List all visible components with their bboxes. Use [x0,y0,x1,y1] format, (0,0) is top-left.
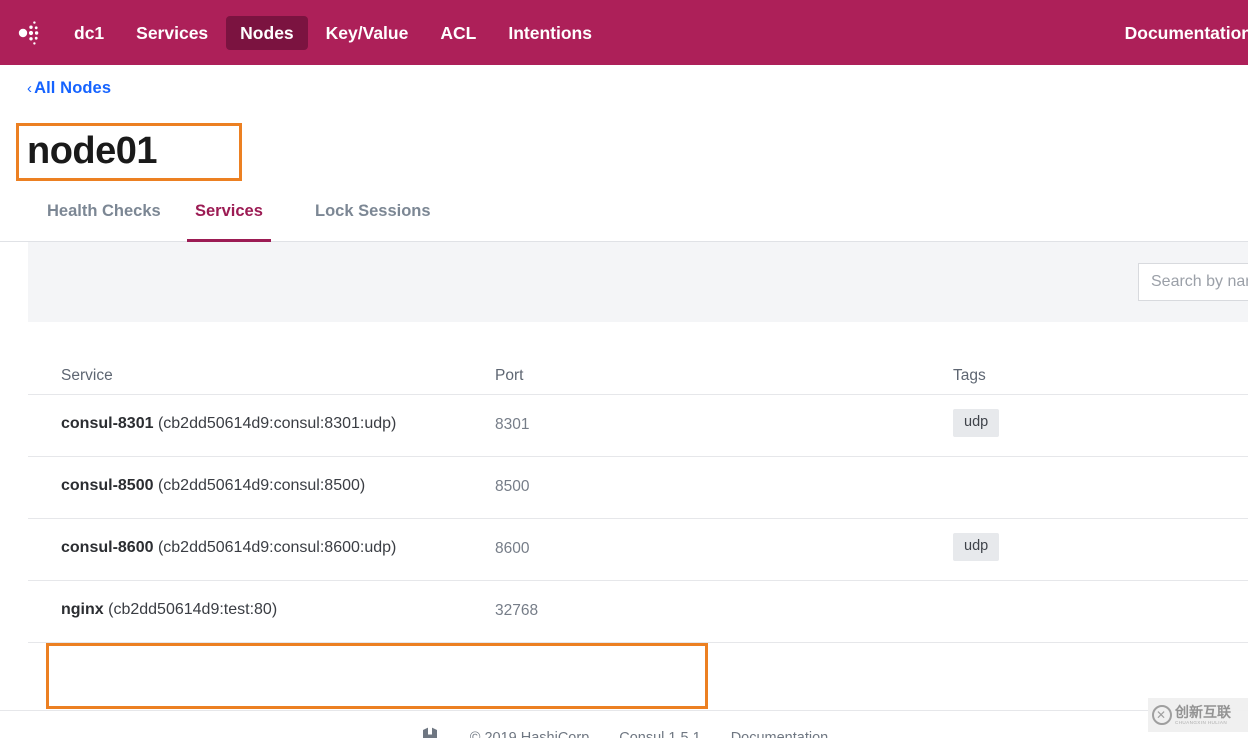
table-header-row: Service Port Tags [28,353,1248,395]
filter-bar [28,242,1248,322]
cell-tags: udp [953,409,1000,437]
page-footer: © 2019 HashiCorp Consul 1.5.1 Documentat… [0,710,1248,738]
table-row[interactable]: consul-8600 (cb2dd50614d9:consul:8600:ud… [28,519,1248,581]
top-navbar: dc1 Services Nodes Key/Value ACL Intenti… [0,0,1248,65]
consul-logo-icon[interactable] [2,11,46,55]
cell-port: 8600 [495,540,530,557]
cell-port: 8301 [495,416,530,433]
chevron-left-icon: ‹ [27,80,33,97]
breadcrumb-label: All Nodes [34,79,112,97]
footer-documentation-link[interactable]: Documentation [731,730,829,738]
nav-item-key-value[interactable]: Key/Value [312,16,423,50]
service-name: consul-8301 [61,415,154,432]
service-id: (cb2dd50614d9:consul:8301:udp) [157,415,397,432]
service-id: (cb2dd50614d9:consul:8500) [157,477,366,494]
tab-bar: Health Checks Services Lock Sessions [0,189,1248,242]
tab-services[interactable]: Services [187,189,271,242]
column-header-port: Port [495,367,524,384]
cell-service[interactable]: consul-8500 (cb2dd50614d9:consul:8500) [61,477,365,495]
nav-item-intentions[interactable]: Intentions [494,16,606,50]
cell-service[interactable]: consul-8600 (cb2dd50614d9:consul:8600:ud… [61,539,396,557]
nav-item-dc1[interactable]: dc1 [60,16,118,50]
page-body: ‹ All Nodes node01 Health Checks Services… [0,65,1248,738]
nav-item-documentation[interactable]: Documentation [1111,16,1248,50]
cell-service[interactable]: consul-8301 (cb2dd50614d9:consul:8301:ud… [61,415,396,433]
tag-pill: udp [953,533,1000,561]
cell-service[interactable]: nginx (cb2dd50614d9:test:80) [61,601,277,619]
watermark: 创新互联 CHUANGXIN HULIAN [1148,698,1248,732]
service-id: (cb2dd50614d9:test:80) [108,601,278,618]
table-row[interactable]: consul-8500 (cb2dd50614d9:consul:8500) 8… [28,457,1248,519]
nav-item-acl[interactable]: ACL [426,16,490,50]
table-row[interactable]: consul-8301 (cb2dd50614d9:consul:8301:ud… [28,395,1248,457]
tab-health-checks[interactable]: Health Checks [47,189,161,242]
column-header-service: Service [61,367,113,384]
search-input[interactable] [1138,263,1248,301]
annotation-box-nginx-row [46,643,708,709]
nav-right-group: Documentation [1111,0,1248,65]
table-row[interactable]: nginx (cb2dd50614d9:test:80) 32768 [28,581,1248,643]
circle-x-icon [1152,705,1172,725]
watermark-en-text: CHUANGXIN HULIAN [1175,719,1228,725]
nav-item-nodes[interactable]: Nodes [226,15,308,50]
service-name: consul-8600 [61,539,154,556]
column-header-tags: Tags [953,367,986,384]
breadcrumb-all-nodes[interactable]: ‹ All Nodes [27,79,111,98]
footer-version: Consul 1.5.1 [619,730,701,738]
watermark-cn-text: 创新互联 [1175,703,1231,720]
service-name: consul-8500 [61,477,154,494]
hashicorp-logo-icon [422,727,437,738]
cell-tags: udp [953,533,1000,561]
service-name: nginx [61,601,104,618]
tab-lock-sessions[interactable]: Lock Sessions [315,189,431,242]
cell-port: 8500 [495,478,530,495]
nav-item-services[interactable]: Services [122,16,222,50]
nav-menu: dc1 Services Nodes Key/Value ACL Intenti… [60,0,610,65]
service-id: (cb2dd50614d9:consul:8600:udp) [157,539,397,556]
cell-port: 32768 [495,602,539,619]
page-title: node01 [27,130,158,172]
footer-copyright: © 2019 HashiCorp [469,730,590,738]
services-table: Service Port Tags consul-8301 (cb2dd5061… [28,353,1248,643]
tag-pill: udp [953,409,1000,437]
